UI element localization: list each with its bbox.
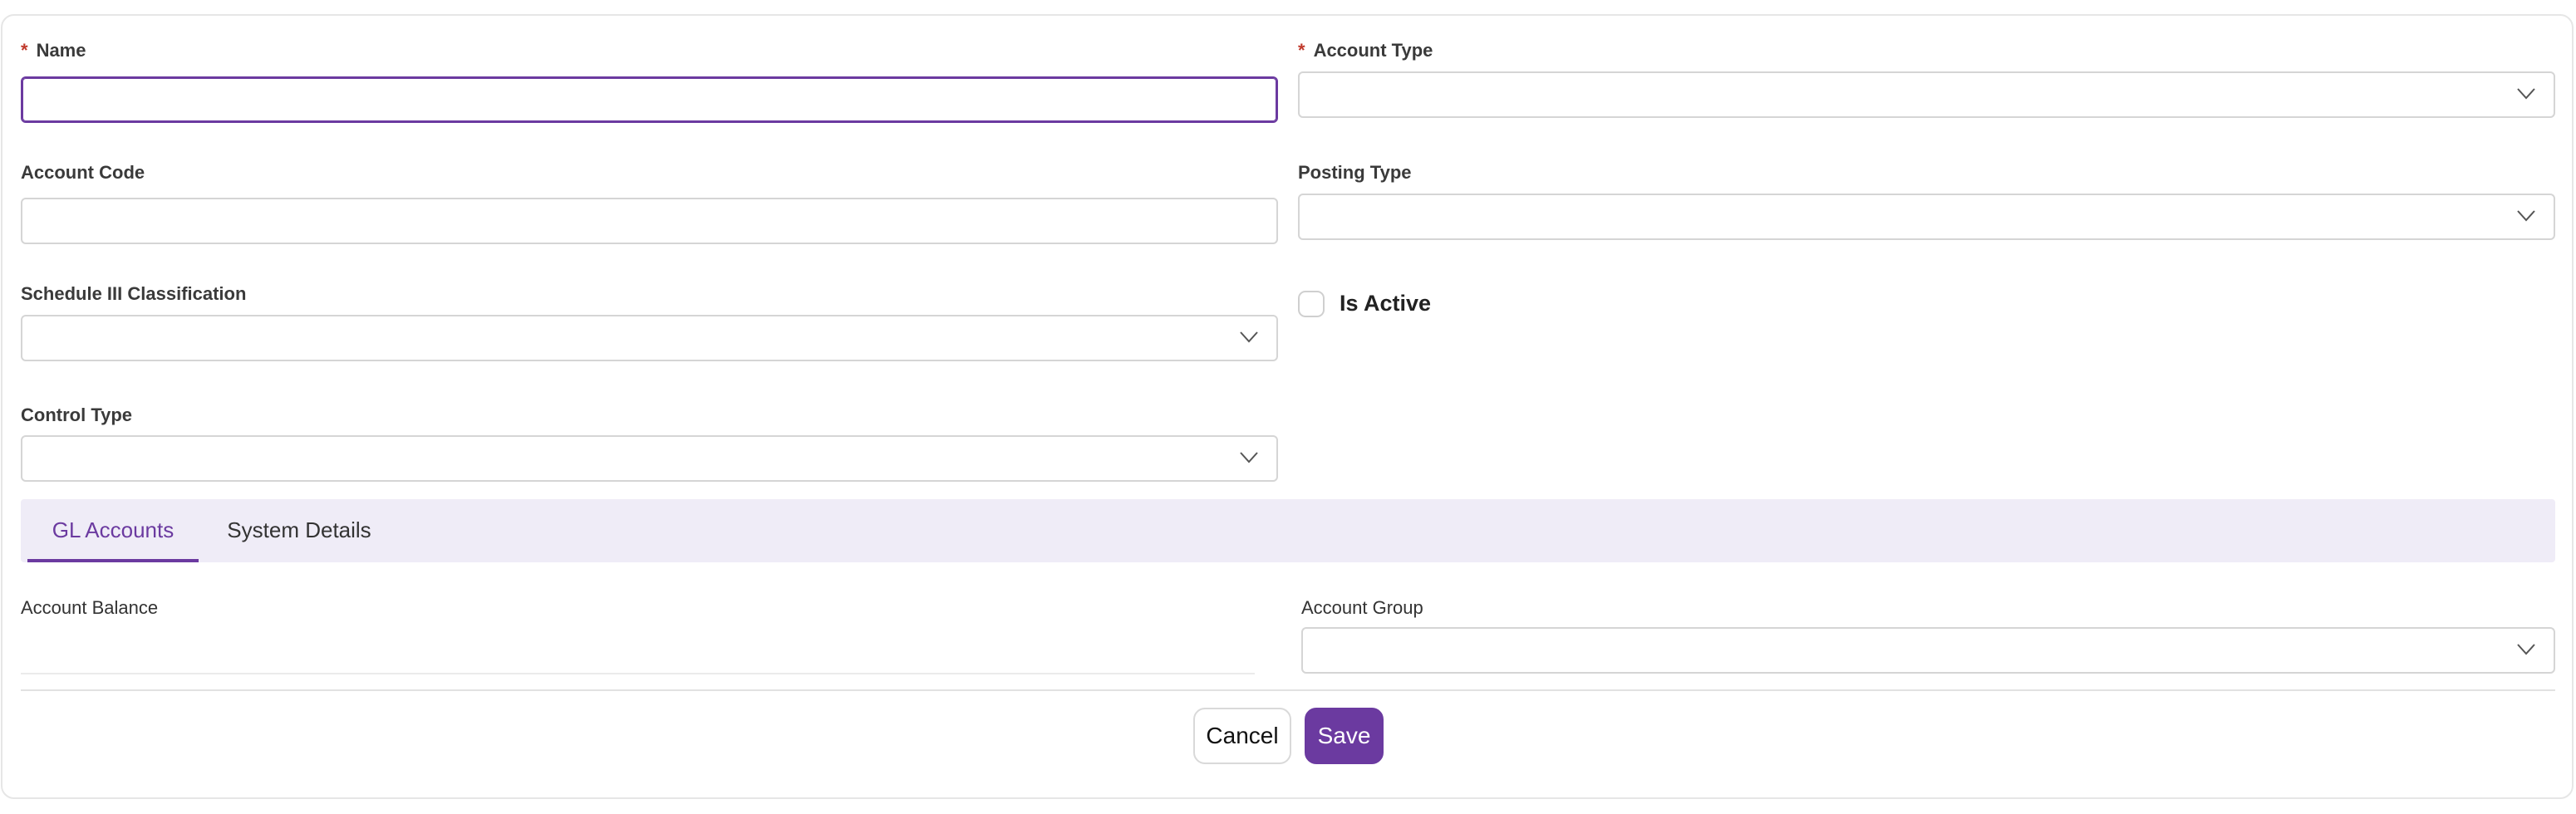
control-type-label: Control Type	[21, 405, 133, 425]
account-code-label: Account Code	[21, 162, 145, 183]
posting-type-select[interactable]	[1298, 194, 2555, 240]
control-type-select[interactable]	[21, 435, 1278, 482]
account-balance-label: Account Balance	[21, 597, 159, 618]
name-label: * Name	[21, 40, 86, 61]
required-marker: *	[1298, 40, 1305, 61]
tab-bar: GL Accounts System Details	[21, 499, 2555, 562]
footer-divider	[21, 689, 2555, 691]
tab-system-details[interactable]: System Details	[212, 499, 386, 562]
tab-gl-accounts[interactable]: GL Accounts	[27, 499, 199, 562]
chevron-down-icon	[1240, 452, 1258, 463]
required-marker: *	[21, 40, 28, 61]
chevron-down-icon	[2517, 88, 2535, 100]
schedule-classification-label: Schedule III Classification	[21, 283, 247, 304]
chevron-down-icon	[1240, 331, 1258, 343]
is-active-label: Is Active	[1340, 291, 1432, 316]
chevron-down-icon	[2517, 644, 2535, 655]
schedule-classification-select[interactable]	[21, 315, 1278, 361]
account-type-label: * Account Type	[1298, 40, 1433, 61]
account-group-select[interactable]	[1301, 627, 2555, 674]
is-active-checkbox[interactable]	[1298, 291, 1325, 317]
name-input[interactable]	[22, 78, 1276, 121]
account-balance-underline	[21, 673, 1255, 674]
account-code-input[interactable]	[22, 199, 1276, 243]
account-group-label: Account Group	[1301, 597, 1423, 618]
cancel-button[interactable]: Cancel	[1193, 708, 1291, 764]
save-button[interactable]: Save	[1305, 708, 1384, 764]
name-field[interactable]	[21, 76, 1278, 123]
chevron-down-icon	[2517, 210, 2535, 222]
posting-type-label: Posting Type	[1298, 162, 1412, 183]
account-code-field[interactable]	[21, 198, 1278, 244]
form-card	[1, 14, 2574, 799]
account-type-select[interactable]	[1298, 71, 2555, 118]
